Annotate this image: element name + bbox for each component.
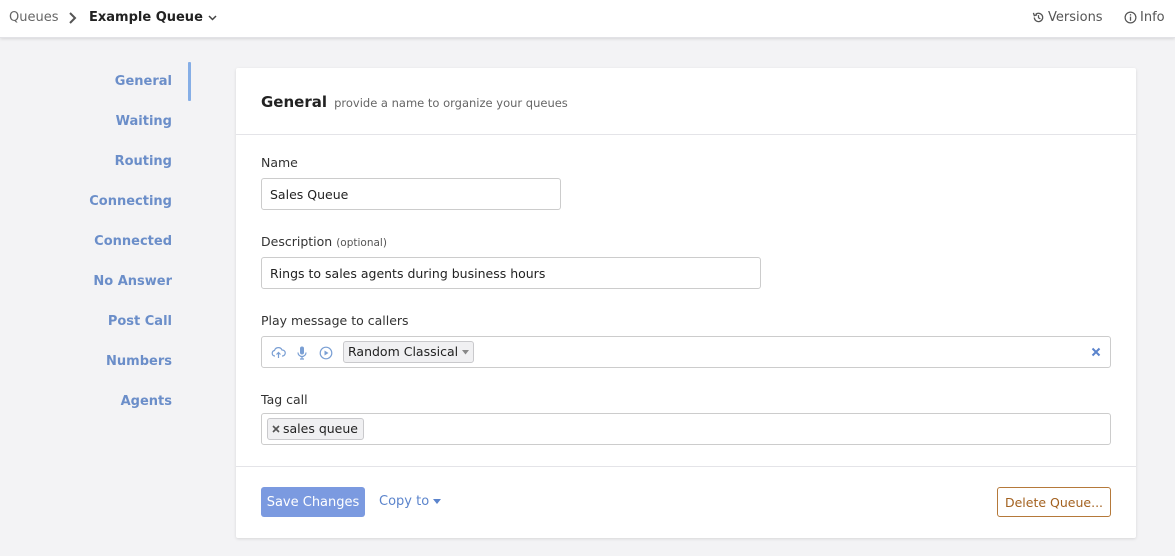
section-title: General	[261, 93, 327, 111]
copy-to-label: Copy to	[379, 494, 430, 509]
microphone-icon[interactable]	[297, 346, 307, 360]
sidebar-item-agents[interactable]: Agents	[2, 392, 172, 412]
message-selected-label: Random Classical	[348, 344, 459, 359]
cloud-upload-icon[interactable]	[271, 346, 286, 359]
tag-chip-label: sales queue	[283, 421, 358, 436]
versions-button[interactable]: Versions	[1032, 10, 1103, 25]
name-input[interactable]	[261, 178, 561, 210]
message-label: Play message to callers	[261, 313, 409, 328]
close-icon[interactable]	[272, 425, 280, 433]
chevron-down-icon	[208, 14, 217, 21]
description-label: Description (optional)	[261, 234, 387, 249]
sidebar-item-waiting[interactable]: Waiting	[2, 112, 172, 132]
info-button[interactable]: Info	[1124, 10, 1165, 25]
sidebar-item-post-call[interactable]: Post Call	[2, 312, 172, 332]
sidebar-active-indicator	[188, 62, 191, 101]
history-icon	[1032, 12, 1044, 23]
sidebar-item-numbers[interactable]: Numbers	[2, 352, 172, 372]
message-select[interactable]: Random Classical	[261, 336, 1111, 368]
tag-chip[interactable]: sales queue	[267, 418, 364, 440]
save-changes-button[interactable]: Save Changes	[261, 487, 365, 517]
delete-queue-button[interactable]: Delete Queue...	[997, 487, 1111, 517]
sidebar-item-connecting[interactable]: Connecting	[2, 192, 172, 212]
caret-down-icon	[433, 499, 442, 504]
versions-label: Versions	[1048, 10, 1103, 25]
tag-label: Tag call	[261, 392, 308, 407]
copy-to-dropdown[interactable]: Copy to	[379, 494, 442, 509]
sidebar-item-no-answer[interactable]: No Answer	[2, 272, 172, 292]
chevron-down-icon	[462, 349, 470, 354]
breadcrumb-current-queue[interactable]: Example Queue	[89, 10, 217, 25]
section-subtitle: provide a name to organize your queues	[334, 96, 568, 110]
card-header: General provide a name to organize your …	[236, 68, 1136, 135]
general-settings-card: General provide a name to organize your …	[236, 68, 1136, 538]
breadcrumb-queues-link[interactable]: Queues	[9, 10, 58, 25]
name-label: Name	[261, 155, 298, 170]
close-icon[interactable]	[1091, 347, 1101, 357]
tag-input[interactable]: sales queue	[261, 413, 1111, 445]
chevron-right-icon	[69, 12, 77, 24]
description-label-text: Description	[261, 234, 333, 249]
sidebar-item-general[interactable]: General	[2, 72, 172, 92]
optional-hint: (optional)	[336, 237, 387, 249]
card-footer: Save Changes Copy to Delete Queue...	[236, 466, 1136, 538]
info-label: Info	[1140, 10, 1165, 25]
breadcrumb-current-label: Example Queue	[89, 10, 203, 25]
message-selected-chip[interactable]: Random Classical	[343, 341, 475, 363]
description-input[interactable]	[261, 257, 761, 289]
sidebar-item-connected[interactable]: Connected	[2, 232, 172, 252]
info-icon	[1124, 11, 1137, 24]
top-bar: Queues Example Queue Versions Info	[0, 0, 1175, 38]
sidebar-item-routing[interactable]: Routing	[2, 152, 172, 172]
play-icon[interactable]	[319, 346, 333, 360]
